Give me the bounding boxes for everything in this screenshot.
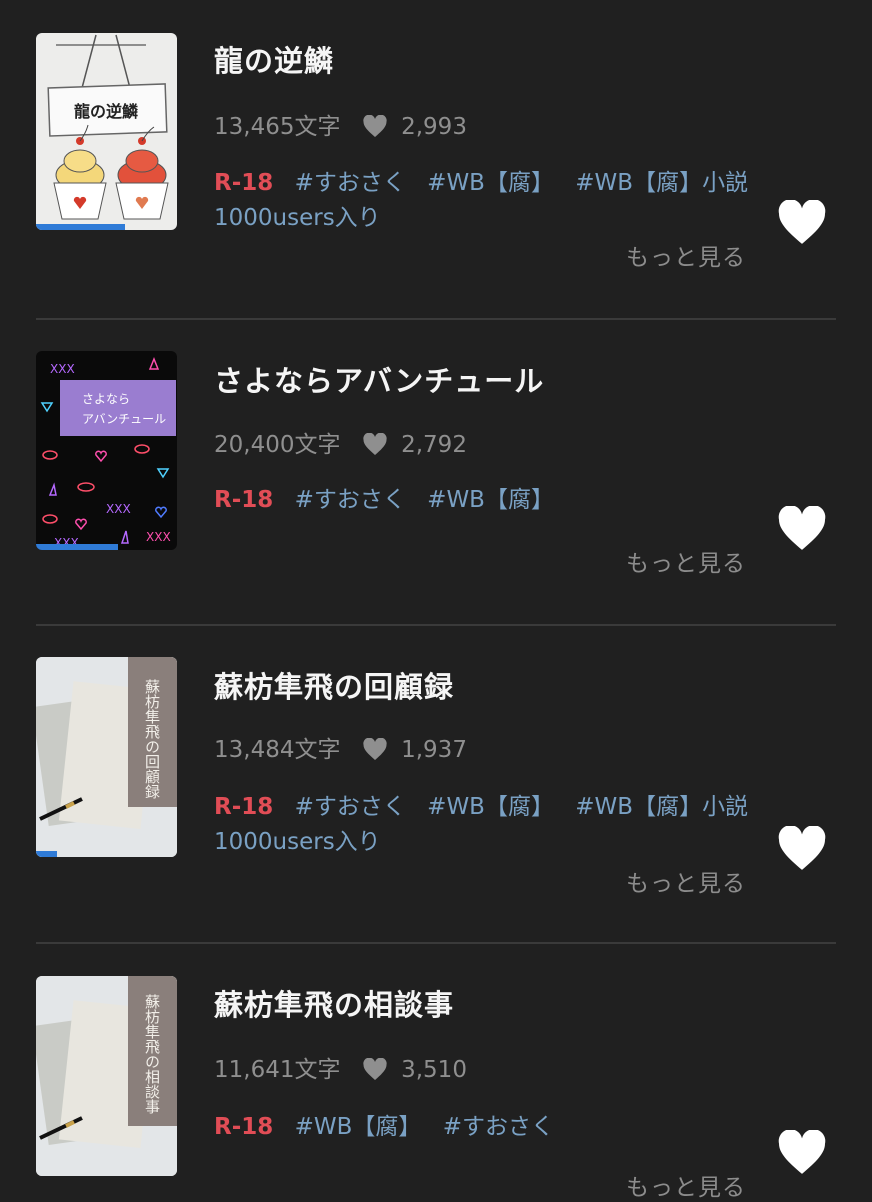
work-stats: 20,400文字 2,792 [214,425,467,459]
work-stats: 13,465文字 2,993 [214,107,467,141]
cover-title-text: さよなら [82,392,130,406]
rating-badge: R-18 [214,794,274,820]
tag-link[interactable]: #WB【腐】 [295,1114,422,1140]
cover-title-text: 龍の逆鱗 [74,102,139,121]
tag-link[interactable]: #すおさく [295,487,406,513]
tag-link[interactable]: #すおさく [295,794,406,820]
cover-illustration-cupcakes: 龍の逆鱗 [47,34,169,220]
heart-icon [363,433,387,455]
heart-icon [778,825,826,870]
heart-icon [363,115,387,137]
work-cover-2[interactable]: XXX さよなら アバンチュール XXX XXX XXX [36,351,177,550]
work-item-1[interactable]: 龍の逆鱗 龍の逆鱗 13,465文字 2,993 R-18 #すおさく #WB【… [0,0,872,320]
svg-text:XXX: XXX [146,530,171,544]
tag-list: R-18 #すおさく #WB【腐】 #WB【腐】小説1000users入り [214,166,754,236]
heart-icon [363,738,387,760]
like-count: 3,510 [401,1057,467,1083]
rating-badge: R-18 [214,487,274,513]
see-more-link[interactable]: もっと見る [626,238,746,272]
work-stats: 13,484文字 1,937 [214,730,467,764]
see-more-link[interactable]: もっと見る [626,1168,746,1202]
tag-list: R-18 #WB【腐】 #すおさく [214,1110,754,1145]
work-title[interactable]: 蘇枋隼飛の相談事 [214,982,454,1024]
cover-title-text: 蘇枋隼飛の相談事 [143,994,161,1114]
like-button[interactable] [776,825,828,872]
heart-icon [363,1058,387,1080]
rating-badge: R-18 [214,1114,274,1140]
character-count: 11,641文字 [214,1057,341,1083]
like-count: 2,792 [401,432,467,458]
tag-list: R-18 #すおさく #WB【腐】 #WB【腐】小説1000users入り [214,790,754,860]
heart-icon [778,1129,826,1174]
work-cover-4[interactable]: 蘇枋隼飛の相談事 [36,976,177,1176]
read-progress-bar [36,851,58,857]
svg-text:XXX: XXX [106,502,131,516]
heart-icon [778,199,826,244]
work-title[interactable]: さよならアバンチュール [214,358,544,400]
tag-link[interactable]: #WB【腐】 [427,170,554,196]
see-more-link[interactable]: もっと見る [626,864,746,898]
character-count: 13,465文字 [214,114,341,140]
see-more-link[interactable]: もっと見る [626,544,746,578]
read-progress-bar [36,224,125,230]
cover-illustration-paper: 蘇枋隼飛の相談事 [36,976,177,1176]
like-button[interactable] [776,505,828,552]
work-title[interactable]: 蘇枋隼飛の回顧録 [214,664,454,706]
character-count: 20,400文字 [214,432,341,458]
svg-text:XXX: XXX [50,362,75,376]
work-stats: 11,641文字 3,510 [214,1050,467,1084]
character-count: 13,484文字 [214,737,341,763]
tag-list: R-18 #すおさく #WB【腐】 [214,483,754,518]
heart-icon [778,505,826,550]
work-title[interactable]: 龍の逆鱗 [214,38,334,80]
cover-title-text: 蘇枋隼飛の回顧録 [143,679,161,799]
work-cover-3[interactable]: 蘇枋隼飛の回顧録 [36,657,177,857]
like-count: 1,937 [401,737,467,763]
work-item-3[interactable]: 蘇枋隼飛の回顧録 蘇枋隼飛の回顧録 13,484文字 1,937 R-18 #す… [0,626,872,942]
tag-link[interactable]: #すおさく [443,1114,554,1140]
work-item-4[interactable]: 蘇枋隼飛の相談事 蘇枋隼飛の相談事 11,641文字 3,510 R-18 #W… [0,944,872,1202]
tag-link[interactable]: #すおさく [295,170,406,196]
like-count: 2,993 [401,114,467,140]
tag-link[interactable]: #WB【腐】 [427,487,554,513]
cover-illustration-paper: 蘇枋隼飛の回顧録 [36,657,177,857]
work-item-2[interactable]: XXX さよなら アバンチュール XXX XXX XXX さよならアバンチュール… [0,320,872,626]
like-button[interactable] [776,199,828,246]
work-cover-1[interactable]: 龍の逆鱗 [36,33,177,230]
rating-badge: R-18 [214,170,274,196]
like-button[interactable] [776,1129,828,1176]
cover-title-text: アバンチュール [82,412,166,426]
read-progress-bar [36,544,118,550]
tag-link[interactable]: #WB【腐】 [427,794,554,820]
cover-illustration-neon: XXX さよなら アバンチュール XXX XXX XXX [40,356,176,550]
